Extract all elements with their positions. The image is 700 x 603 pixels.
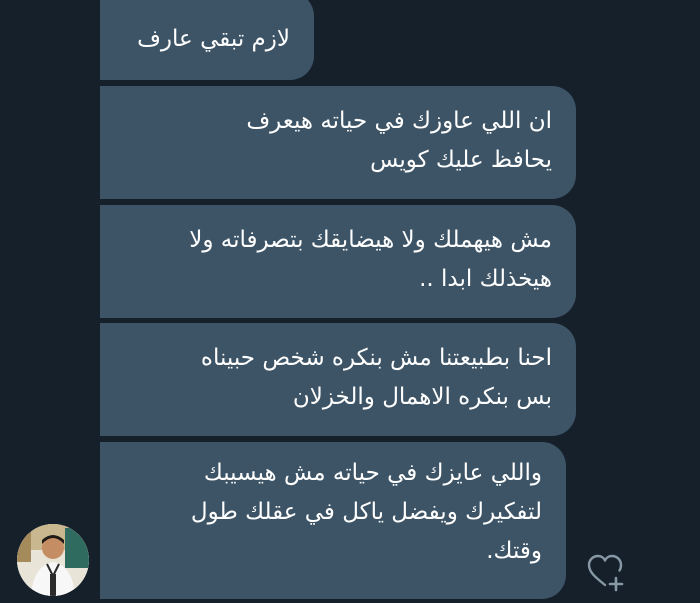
heart-plus-icon[interactable] — [585, 552, 629, 592]
message-bubble[interactable]: ان اللي عاوزك في حياته هيعرف يحافظ عليك … — [100, 86, 576, 199]
message-bubble[interactable]: مش هيهملك ولا هيضايقك بتصرفاته ولا هيخذل… — [100, 205, 576, 318]
message-bubble[interactable]: احنا بطبيعتنا مش بنكره شخص حبيناه بس بنك… — [100, 323, 576, 436]
avatar-image — [17, 524, 89, 596]
sender-avatar[interactable] — [17, 524, 89, 596]
dm-conversation: لازم تبقي عارف ان اللي عاوزك في حياته هي… — [0, 0, 700, 603]
message-bubble[interactable]: واللي عايزك في حياته مش هيسيبك لتفكيرك و… — [100, 442, 566, 599]
message-bubble[interactable]: لازم تبقي عارف — [100, 0, 314, 80]
